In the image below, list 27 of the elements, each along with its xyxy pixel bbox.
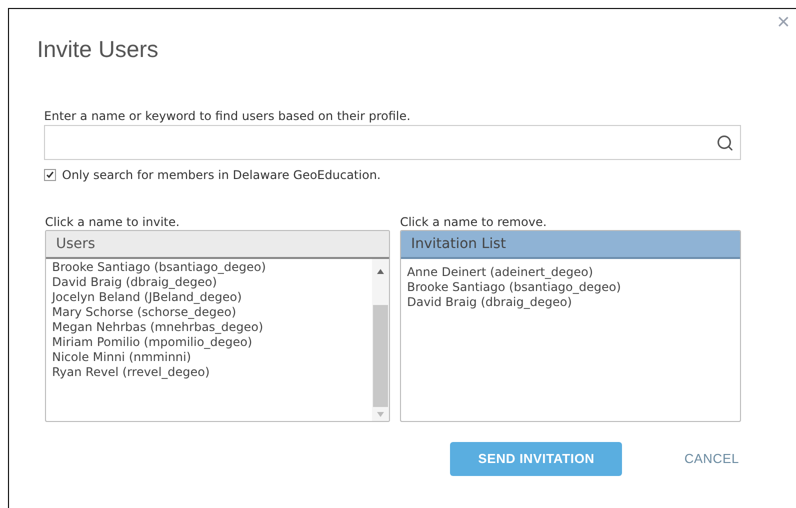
dialog-title: Invite Users (37, 35, 160, 63)
scroll-up-icon[interactable] (376, 268, 384, 274)
scrollbar[interactable] (372, 259, 389, 421)
list-header: Invitation List (400, 231, 740, 259)
search-label: Enter a name or keyword to find users based on their profile. (44, 108, 412, 124)
panel-hint: Click a name to remove. (400, 214, 548, 230)
cancel-button[interactable]: CANCEL (684, 449, 739, 469)
list-item[interactable]: Miriam Pomilio (mpomilio_degeo) (52, 335, 366, 350)
panel-hint: Click a name to invite. (45, 214, 181, 230)
list-item[interactable]: Megan Nehrbas (mnehrbas_degeo) (52, 320, 366, 335)
checkbox[interactable] (44, 169, 56, 181)
scroll-down-icon[interactable] (376, 412, 384, 416)
list-item[interactable]: Brooke Santiago (bsantiago_degeo) (406, 280, 734, 295)
scrollbar-thumb[interactable] (372, 305, 388, 407)
list-item[interactable]: Jocelyn Beland (JBeland_degeo) (52, 290, 366, 305)
list-item[interactable]: Mary Schorse (schorse_degeo) (52, 305, 366, 320)
check-icon (46, 171, 54, 179)
list-item[interactable]: Nicole Minni (nmminni) (52, 350, 366, 365)
list-header: Users (46, 231, 389, 259)
list-item[interactable]: David Braig (dbraig_degeo) (52, 275, 366, 290)
list-item[interactable]: Anne Deinert (adeinert_degeo) (406, 265, 734, 280)
list-item[interactable]: David Braig (dbraig_degeo) (406, 295, 734, 310)
list-item[interactable]: Brooke Santiago (bsantiago_degeo) (52, 260, 366, 275)
search-field[interactable] (44, 125, 741, 160)
list-item[interactable]: Ryan Revel (rrevel_degeo) (52, 365, 366, 380)
search-icon[interactable] (716, 134, 734, 152)
checkbox-label: Only search for members in Delaware GeoEducation. (62, 167, 381, 184)
